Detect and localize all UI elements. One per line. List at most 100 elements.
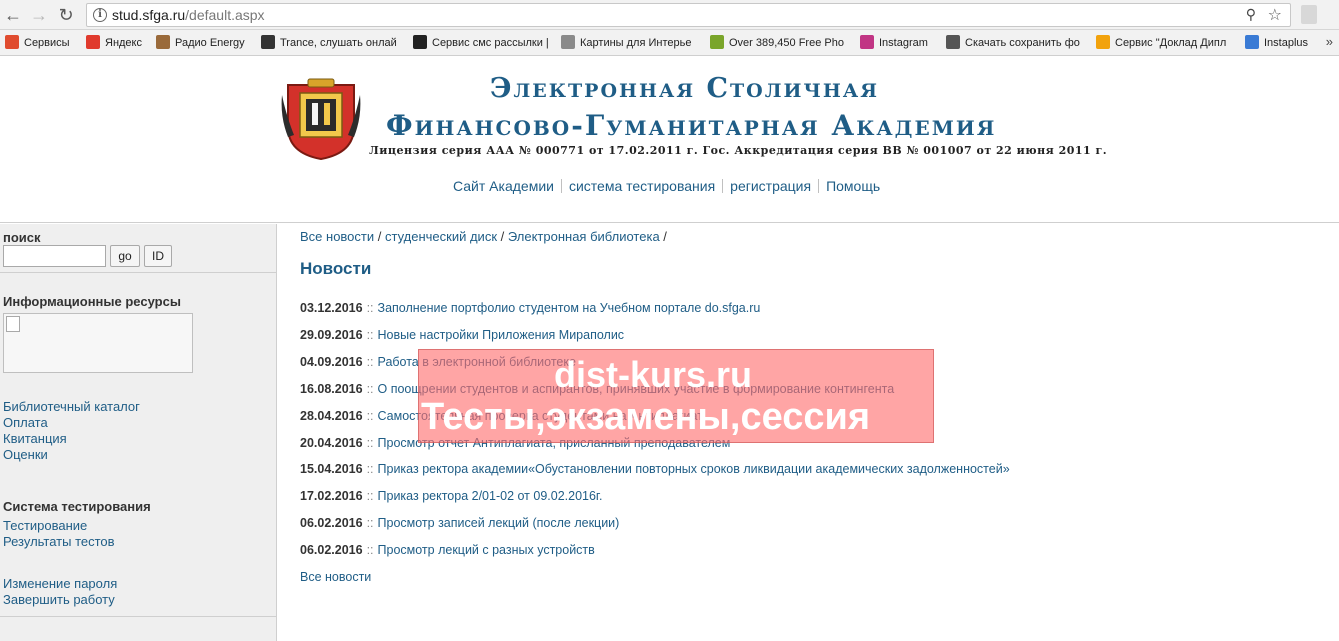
- broken-image-icon: [6, 316, 20, 332]
- news-separator: ::: [366, 436, 374, 450]
- bookmark-item[interactable]: Сервисы: [5, 34, 70, 52]
- academy-title-line1: Электронная Столичная: [490, 73, 880, 104]
- nav-divider: [560, 179, 562, 193]
- news-item: 03.12.2016:: Заполнение портфолио студент…: [300, 301, 760, 315]
- forward-arrow-icon[interactable]: →: [28, 4, 50, 26]
- bookmark-label: Instaplus: [1264, 37, 1309, 49]
- eye-icon: [946, 35, 960, 49]
- news-separator: ::: [366, 301, 374, 315]
- id-button[interactable]: ID: [144, 245, 172, 267]
- news-link[interactable]: Приказ ректора академии«Обустановлении п…: [378, 462, 1010, 476]
- all-news-link[interactable]: Все новости: [300, 570, 371, 584]
- site-header: Электронная Столичная Финансово-Гуманита…: [0, 57, 1339, 223]
- search-heading: поиск: [3, 230, 41, 245]
- news-item: 15.04.2016:: Приказ ректора академии«Обус…: [300, 462, 1010, 476]
- watermark-line1: dist-kurs.ru: [554, 354, 753, 395]
- nav-link-academy-site[interactable]: Сайт Академии: [453, 178, 554, 194]
- watermark-banner: dist-kurs.ru Тесты,экзамены,сессия: [418, 349, 934, 443]
- bookmark-label: Радио Energy: [175, 37, 245, 49]
- news-date: 20.04.2016: [300, 436, 363, 450]
- instaplus-icon: [1245, 35, 1259, 49]
- nav-link-help[interactable]: Помощь: [826, 178, 880, 194]
- news-separator: ::: [366, 516, 374, 530]
- news-link[interactable]: Просмотр лекций с разных устройств: [378, 543, 595, 557]
- news-link[interactable]: Приказ ректора 2/01-02 от 09.02.2016г.: [378, 489, 603, 503]
- address-bar[interactable]: i stud.sfga.ru/default.aspx ⚲ ☆: [86, 3, 1291, 27]
- bookmark-item[interactable]: Радио Energy: [156, 34, 245, 52]
- resources-heading: Информационные ресурсы: [3, 294, 181, 309]
- resource-image-placeholder[interactable]: [3, 313, 193, 373]
- news-date: 04.09.2016: [300, 355, 363, 369]
- nav-link-testing-system[interactable]: система тестирования: [569, 178, 715, 194]
- sidebar-link-library-catalog[interactable]: Библиотечный каталог: [3, 399, 140, 414]
- bookmark-item[interactable]: Instaplus: [1245, 34, 1308, 52]
- photo-icon: [710, 35, 724, 49]
- breadcrumb-all-news[interactable]: Все новости: [300, 229, 374, 244]
- bookmark-item[interactable]: Сервис "Доклад Дипл: [1096, 34, 1226, 52]
- news-date: 29.09.2016: [300, 328, 363, 342]
- url-host: stud.sfga.ru: [112, 7, 186, 23]
- sidebar-link-logout[interactable]: Завершить работу: [3, 592, 115, 607]
- news-separator: ::: [366, 489, 374, 503]
- bookmark-item[interactable]: Instagram: [860, 34, 928, 52]
- sidebar-link-grades[interactable]: Оценки: [3, 447, 48, 462]
- news-item: 06.02.2016:: Просмотр записей лекций (пос…: [300, 516, 619, 530]
- news-item: 06.02.2016:: Просмотр лекций с разных уст…: [300, 543, 595, 557]
- top-navigation: Сайт Академии система тестирования регистр…: [453, 178, 880, 194]
- bookmark-star-icon[interactable]: ☆: [1268, 5, 1282, 25]
- news-date: 06.02.2016: [300, 516, 363, 530]
- play-icon: [261, 35, 275, 49]
- news-date: 06.02.2016: [300, 543, 363, 557]
- bookmark-label: Сервисы: [24, 37, 70, 49]
- sidebar-divider: [0, 272, 276, 273]
- sidebar-link-receipt[interactable]: Квитанция: [3, 431, 67, 446]
- nav-link-registration[interactable]: регистрация: [730, 178, 811, 194]
- bookmark-item[interactable]: Over 389,450 Free Pho: [710, 34, 844, 52]
- news-date: 15.04.2016: [300, 462, 363, 476]
- bookmarks-bar: Сервисы Яндекс Радио Energy Trance, слушать…: [0, 30, 1339, 56]
- bookmark-label: Яндекс: [105, 37, 142, 49]
- info-icon[interactable]: i: [93, 8, 107, 22]
- sidebar-link-test-results[interactable]: Результаты тестов: [3, 534, 115, 549]
- browser-toolbar: ← → ↻ i stud.sfga.ru/default.aspx ⚲ ☆: [0, 0, 1339, 30]
- news-date: 16.08.2016: [300, 382, 363, 396]
- news-link[interactable]: Просмотр записей лекций (после лекции): [378, 516, 620, 530]
- nav-divider: [722, 179, 724, 193]
- academy-title-line2: Финансово-Гуманитарная Академия: [386, 109, 997, 142]
- sidebar-divider: [0, 616, 276, 617]
- go-button[interactable]: go: [110, 245, 140, 267]
- news-separator: ::: [366, 409, 374, 423]
- news-link[interactable]: Новые настройки Приложения Мираполис: [378, 328, 625, 342]
- breadcrumb: Все новости / студенческий диск / Электр…: [300, 229, 667, 244]
- news-separator: ::: [366, 355, 374, 369]
- bookmark-label: Скачать сохранить фо: [965, 37, 1080, 49]
- pdf-extension-icon[interactable]: [1301, 5, 1317, 24]
- academy-emblem-icon: [281, 78, 361, 161]
- bookmark-item[interactable]: Скачать сохранить фо: [946, 34, 1080, 52]
- nav-divider: [818, 179, 820, 193]
- bookmark-label: Сервис "Доклад Дипл: [1115, 37, 1227, 49]
- news-link[interactable]: Заполнение портфолио студентом на Учебно…: [378, 301, 761, 315]
- bookmark-item[interactable]: Яндекс: [86, 34, 142, 52]
- bookmark-label: Instagram: [879, 37, 928, 49]
- license-text: Лицензия серия ААА № 000771 от 17.02.201…: [369, 144, 1108, 157]
- sidebar-link-payment[interactable]: Оплата: [3, 415, 48, 430]
- url-text[interactable]: stud.sfga.ru/default.aspx: [112, 7, 265, 23]
- reload-icon[interactable]: ↻: [55, 4, 77, 26]
- more-bookmarks-icon[interactable]: »: [1326, 34, 1333, 49]
- breadcrumb-e-library[interactable]: Электронная библиотека: [508, 229, 660, 244]
- left-sidebar: поиск go ID Информационные ресурсы Библи…: [0, 224, 277, 641]
- back-arrow-icon[interactable]: ←: [2, 4, 24, 26]
- search-input[interactable]: [3, 245, 106, 267]
- sidebar-link-change-password[interactable]: Изменение пароля: [3, 576, 117, 591]
- sidebar-link-testing[interactable]: Тестирование: [3, 518, 87, 533]
- bookmark-item[interactable]: Сервис смс рассылки |: [413, 34, 549, 52]
- breadcrumb-student-disk[interactable]: студенческий диск: [385, 229, 497, 244]
- bookmark-item[interactable]: Trance, слушать онлай: [261, 34, 397, 52]
- sms-icon: [413, 35, 427, 49]
- pacman-icon: [1096, 35, 1110, 49]
- news-date: 17.02.2016: [300, 489, 363, 503]
- bookmark-item[interactable]: Картины для Интерье: [561, 34, 691, 52]
- key-icon[interactable]: ⚲: [1246, 6, 1256, 23]
- news-separator: ::: [366, 543, 374, 557]
